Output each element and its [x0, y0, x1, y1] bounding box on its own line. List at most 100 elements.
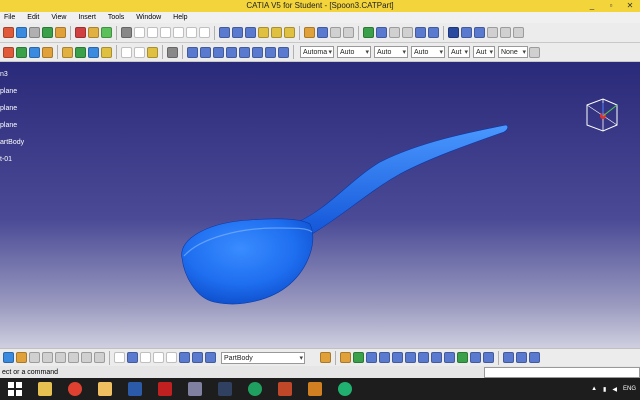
dimension-icon[interactable]	[500, 27, 511, 38]
volume-icon[interactable]: ◀	[612, 386, 617, 393]
point-tool-icon[interactable]	[121, 46, 132, 58]
multi-view-icon[interactable]	[431, 352, 442, 363]
line-icon[interactable]	[134, 46, 145, 58]
line-thickness-dropdown[interactable]: Auto	[374, 46, 408, 58]
spoon-bowl[interactable]	[181, 218, 314, 305]
spoon-model[interactable]	[0, 62, 640, 348]
start-icon[interactable]	[4, 380, 26, 398]
measure-icon[interactable]	[503, 352, 514, 363]
line-type-dropdown[interactable]: Auto	[411, 46, 445, 58]
image-viewer-icon[interactable]	[184, 380, 206, 398]
explorer-icon[interactable]	[34, 380, 56, 398]
tray-arrow-icon[interactable]: ▲	[591, 386, 597, 392]
inertia-icon[interactable]	[376, 27, 387, 38]
box-icon[interactable]	[62, 46, 73, 58]
sketch-icon[interactable]	[3, 27, 14, 38]
properties-icon[interactable]	[529, 46, 540, 58]
transparency-dropdown[interactable]: Auto	[337, 46, 371, 58]
menu-tools[interactable]: Tools	[108, 14, 124, 21]
sketch-view-icon[interactable]	[140, 352, 151, 363]
menu-window[interactable]: Window	[136, 14, 161, 21]
chrome-icon[interactable]	[64, 380, 86, 398]
rotate-icon[interactable]	[166, 352, 177, 363]
fly-mode-icon[interactable]	[114, 352, 125, 363]
minimize-button[interactable]: _	[584, 1, 600, 11]
render-icon[interactable]	[428, 27, 439, 38]
tools-icon[interactable]	[529, 352, 540, 363]
cut-icon[interactable]	[29, 352, 40, 363]
part-body-select[interactable]: PartBody	[221, 351, 305, 364]
hide-show-icon[interactable]	[265, 46, 276, 58]
app-icon[interactable]	[244, 380, 266, 398]
curve-icon[interactable]	[29, 27, 40, 38]
mirror-icon[interactable]	[258, 27, 269, 38]
new-icon[interactable]	[3, 46, 14, 58]
media-icon[interactable]	[304, 380, 326, 398]
catalog-icon[interactable]	[389, 27, 400, 38]
help-icon[interactable]	[94, 352, 105, 363]
fit-all-icon[interactable]	[353, 352, 364, 363]
pan-icon[interactable]	[366, 352, 377, 363]
quick-view-icon[interactable]	[239, 46, 250, 58]
point-type-dropdown[interactable]: Aut	[448, 46, 470, 58]
formula-icon[interactable]	[330, 27, 341, 38]
network-icon[interactable]: ▮	[603, 386, 606, 393]
menu-file[interactable]: File	[4, 14, 15, 21]
constraint-icon[interactable]	[487, 27, 498, 38]
shell-icon[interactable]	[160, 27, 171, 38]
axis-icon[interactable]	[16, 27, 27, 38]
print-icon[interactable]	[16, 352, 27, 363]
undo-icon[interactable]	[68, 352, 79, 363]
material-icon[interactable]	[415, 27, 426, 38]
cone-icon[interactable]	[101, 46, 112, 58]
update-icon[interactable]	[167, 46, 178, 58]
spline-icon[interactable]	[42, 27, 53, 38]
save-icon[interactable]	[3, 352, 14, 363]
pattern-icon[interactable]	[271, 27, 282, 38]
cylinder-icon[interactable]	[75, 46, 86, 58]
shading-icon[interactable]	[252, 46, 263, 58]
swap-icon[interactable]	[278, 46, 289, 58]
spoon-handle[interactable]	[297, 124, 509, 235]
swap-visible-icon[interactable]	[483, 352, 494, 363]
print-icon[interactable]	[42, 46, 53, 58]
draft-icon[interactable]	[147, 27, 158, 38]
3d-viewport[interactable]: n3 plane plane plane artBody t-01	[0, 62, 640, 348]
copy-icon[interactable]	[42, 352, 53, 363]
save-icon[interactable]	[29, 46, 40, 58]
grid-icon[interactable]	[448, 27, 459, 38]
view-icon[interactable]	[402, 27, 413, 38]
inertia-icon[interactable]	[516, 352, 527, 363]
pocket-icon[interactable]	[88, 27, 99, 38]
rotate-icon[interactable]	[379, 352, 390, 363]
redo-icon[interactable]	[81, 352, 92, 363]
point-icon[interactable]	[55, 27, 66, 38]
fit-all-icon[interactable]	[127, 352, 138, 363]
scaling-icon[interactable]	[284, 27, 295, 38]
maximize-button[interactable]: ▫	[603, 1, 619, 11]
layer-dropdown[interactable]: Aut	[473, 46, 495, 58]
shading-icon[interactable]	[457, 352, 468, 363]
menu-edit[interactable]: Edit	[27, 14, 39, 21]
pan-icon[interactable]	[200, 46, 211, 58]
boolean-icon[interactable]	[304, 27, 315, 38]
paste-icon[interactable]	[55, 352, 66, 363]
iso-view-icon[interactable]	[444, 352, 455, 363]
shaft-icon[interactable]	[101, 27, 112, 38]
law-icon[interactable]	[343, 27, 354, 38]
rotate-icon[interactable]	[232, 27, 243, 38]
zoom-out-icon[interactable]	[405, 352, 416, 363]
close-button[interactable]: ✕	[622, 1, 638, 11]
snap-icon[interactable]	[474, 27, 485, 38]
normal-view-icon[interactable]	[226, 46, 237, 58]
compass-toggle-icon[interactable]	[192, 352, 203, 363]
zoom-icon[interactable]	[213, 46, 224, 58]
thickness-icon[interactable]	[173, 27, 184, 38]
plane-icon[interactable]	[147, 46, 158, 58]
render-style-dropdown[interactable]: None	[498, 46, 528, 58]
measure-icon[interactable]	[363, 27, 374, 38]
language-indicator[interactable]: ENG	[623, 386, 636, 392]
analysis-icon[interactable]	[317, 27, 328, 38]
solidworks-icon[interactable]	[154, 380, 176, 398]
folder-icon[interactable]	[94, 380, 116, 398]
